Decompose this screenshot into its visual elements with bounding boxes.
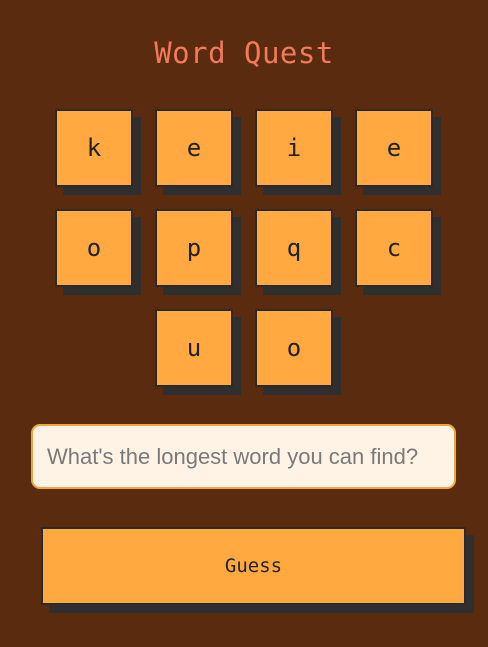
- letter-tile[interactable]: o: [255, 309, 333, 387]
- guess-button[interactable]: Guess: [41, 527, 466, 605]
- letter-tile[interactable]: c: [355, 209, 433, 287]
- word-guess-input[interactable]: [31, 424, 456, 489]
- game-title: Word Quest: [154, 36, 334, 70]
- letter-tile[interactable]: k: [55, 109, 133, 187]
- letter-tile[interactable]: u: [155, 309, 233, 387]
- letter-tile[interactable]: i: [255, 109, 333, 187]
- letter-tile[interactable]: o: [55, 209, 133, 287]
- letter-tile[interactable]: q: [255, 209, 333, 287]
- letter-tile[interactable]: e: [155, 109, 233, 187]
- letter-tile[interactable]: e: [355, 109, 433, 187]
- letter-tile[interactable]: p: [155, 209, 233, 287]
